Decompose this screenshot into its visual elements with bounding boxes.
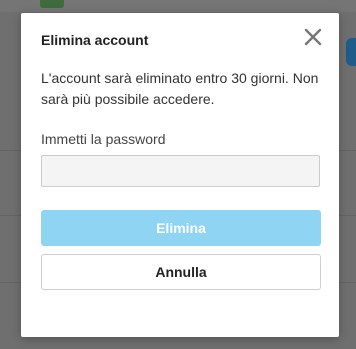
password-label: Immetti la password (41, 131, 166, 147)
background-side-badge (346, 38, 356, 66)
background-app-icon (40, 0, 64, 8)
dialog-title: Elimina account (41, 32, 149, 48)
password-field[interactable] (41, 155, 320, 187)
delete-button[interactable]: Elimina (41, 210, 321, 246)
close-button[interactable] (303, 27, 323, 47)
cancel-button[interactable]: Annulla (41, 254, 321, 290)
dialog-message: L'account sarà eliminato entro 30 giorni… (41, 70, 319, 107)
delete-account-dialog: Elimina account L'account sarà eliminato… (21, 13, 339, 337)
close-icon (304, 28, 322, 46)
